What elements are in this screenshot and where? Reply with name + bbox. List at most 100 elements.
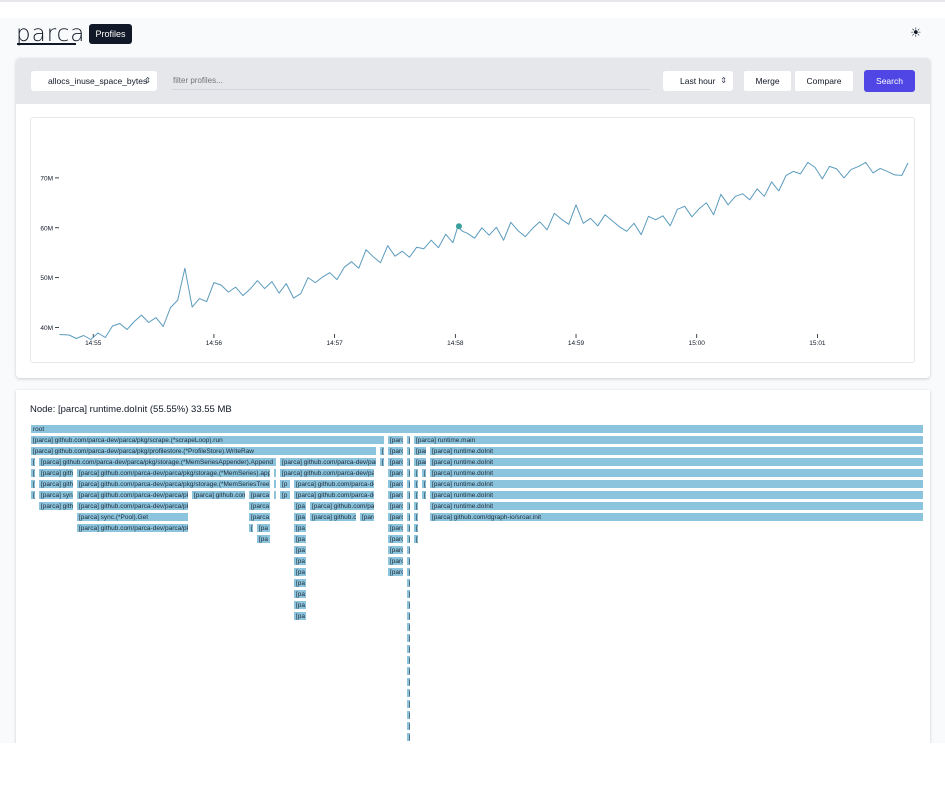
flame-frame[interactable]: [p [406,578,411,588]
flame-frame[interactable]: [p [30,457,36,467]
flame-frame[interactable]: [pa [293,611,307,621]
flame-frame[interactable]: [ [273,479,277,489]
flame-frame[interactable]: [p [30,468,36,478]
flame-frame[interactable]: [parca [387,567,404,577]
flame-frame[interactable]: [parca [387,446,404,456]
flame-frame[interactable]: [parca [387,457,404,467]
flame-frame[interactable]: [p [406,534,411,544]
flame-frame[interactable]: [pa [256,523,271,533]
flame-frame[interactable]: [p [413,468,419,478]
flame-frame[interactable]: [p [413,501,419,511]
flame-frame[interactable]: [p [406,589,411,599]
flame-frame[interactable]: [parca] runtime.doInit [429,490,924,500]
flame-frame[interactable]: [pa [293,578,307,588]
flame-frame[interactable]: [pa [293,545,307,555]
flame-frame[interactable]: [parca] github.com/parca-dev [309,501,375,511]
flame-frame[interactable]: [parca] sync.(*Pool).Get [76,512,189,522]
flame-frame[interactable]: [p [406,479,411,489]
profiles-nav-button[interactable]: Profiles [89,24,132,44]
flame-frame[interactable]: [p [406,446,411,456]
flame-frame[interactable]: [parca] runtime.doInit [429,479,924,489]
flame-frame[interactable]: [parca] github.com/dgraph-io/sroar.init [429,512,924,522]
flame-frame[interactable]: [pa [256,534,271,544]
flame-frame[interactable]: [p [406,699,411,709]
flame-frame[interactable]: [parca] github.com/parca-dev/parca/pkg/s… [76,490,189,500]
flame-frame[interactable]: [pa [293,589,307,599]
series-line-0[interactable] [59,161,909,340]
flame-frame[interactable]: [p [406,556,411,566]
flame-frame[interactable]: [parca [387,545,404,555]
flame-frame[interactable]: [parca] runtime.main [413,435,924,445]
flame-frame[interactable]: [parca] github.com/parca-dev/parca/pkg/s… [38,457,277,467]
flame-frame[interactable]: [parca] github.com [38,501,74,511]
flame-frame[interactable]: [p [421,479,427,489]
flame-frame[interactable]: [parca] runtime.doInit [429,468,924,478]
flame-frame[interactable]: [parca] github.com/parca-dev/parca/pkg/s… [279,468,375,478]
flame-frame[interactable]: [pa [293,501,307,511]
flame-frame[interactable]: [parca] github.com/parca-dev/parca/pkg/s… [76,479,271,489]
flame-frame[interactable]: [parca [248,512,271,522]
flame-frame[interactable]: [p [379,446,385,456]
flame-frame[interactable]: [parca] github.com/parca [191,490,246,500]
flame-frame[interactable]: [parc [359,512,375,522]
flame-frame[interactable]: [p [379,457,385,467]
flame-frame[interactable]: [p [406,622,411,632]
flame-frame[interactable]: [p [406,721,411,731]
flame-frame[interactable]: [p [406,710,411,720]
flame-frame[interactable]: [p [248,523,254,533]
flame-frame[interactable]: [parca] github.com/parca-dev/parca/pkg/s… [76,501,189,511]
sun-icon[interactable]: ☀ [910,26,923,39]
metrics-chart-svg[interactable]: 40M 50M 60M 70M 14:55 14:56 14:57 14:58 14:59 15:… [31,118,916,364]
flame-frame[interactable]: [parca [413,457,427,467]
flame-frame[interactable]: [parca] github.com/parca-dev/parca/pkg/s… [279,457,377,467]
flame-frame[interactable]: [parca [387,435,404,445]
flame-frame[interactable]: [parca [387,534,404,544]
flame-frame[interactable]: [parca] runtime.doInit [429,446,924,456]
flame-frame[interactable]: [parca] github.com/parca-dev/parca/pkg/p… [30,446,377,456]
flame-frame[interactable]: [pa [293,523,307,533]
flame-frame[interactable]: root [30,424,924,434]
flame-frame[interactable]: [parca] github.com/parca-dev/parca/pkg [76,523,189,533]
flame-frame[interactable]: [p [406,490,411,500]
flame-frame[interactable]: [parca [387,512,404,522]
flame-frame[interactable]: [ [273,468,277,478]
compare-button[interactable]: Compare [794,70,854,92]
flame-frame[interactable]: [p [421,468,427,478]
flame-frame[interactable]: [p [406,666,411,676]
flame-frame[interactable]: [parca [387,468,404,478]
flame-frame[interactable]: [p [406,501,411,511]
flame-frame[interactable]: [pa [293,567,307,577]
flame-frame[interactable]: [parca [387,501,404,511]
flame-frame[interactable]: [pa [293,600,307,610]
profile-type-select[interactable]: allocs_inuse_space_bytes ⇕ [30,70,158,92]
flame-frame[interactable]: [p [30,479,36,489]
flame-frame[interactable]: [p [406,677,411,687]
flame-frame[interactable]: [parca [387,479,404,489]
flame-frame[interactable]: [parca] runtime.doInit [429,501,924,511]
flame-frame[interactable]: [p [421,490,427,500]
filter-profiles-input[interactable] [172,72,650,90]
flame-frame[interactable]: [pa [293,556,307,566]
flame-frame[interactable]: [parca] github.com [38,468,74,478]
flame-frame[interactable]: [parca [387,523,404,533]
flame-frame[interactable]: [parca [387,556,404,566]
flame-frame[interactable]: [p [406,644,411,654]
flame-frame[interactable]: [parca] github.com/parca-dev/parca [293,479,375,489]
flame-frame[interactable]: [parca [413,446,427,456]
flame-frame[interactable]: [p [413,523,419,533]
flame-frame[interactable]: [p [406,655,411,665]
flame-frame[interactable]: [p [406,567,411,577]
flame-frame[interactable]: [p [279,490,291,500]
flame-frame[interactable]: [p [413,512,419,522]
flame-frame[interactable]: [p [406,457,411,467]
highlight-point[interactable] [455,223,462,230]
flame-frame[interactable]: [p [406,468,411,478]
flame-frame[interactable]: [parca] runtime.doInit [429,457,924,467]
flame-frame[interactable]: [p [413,534,419,544]
merge-button[interactable]: Merge [743,70,792,92]
flame-frame[interactable]: [p [279,479,291,489]
flame-frame[interactable]: [p [413,479,419,489]
flame-frame[interactable]: [p [406,523,411,533]
flame-frame[interactable]: [parca [248,501,271,511]
flame-frame[interactable]: [p [30,490,36,500]
